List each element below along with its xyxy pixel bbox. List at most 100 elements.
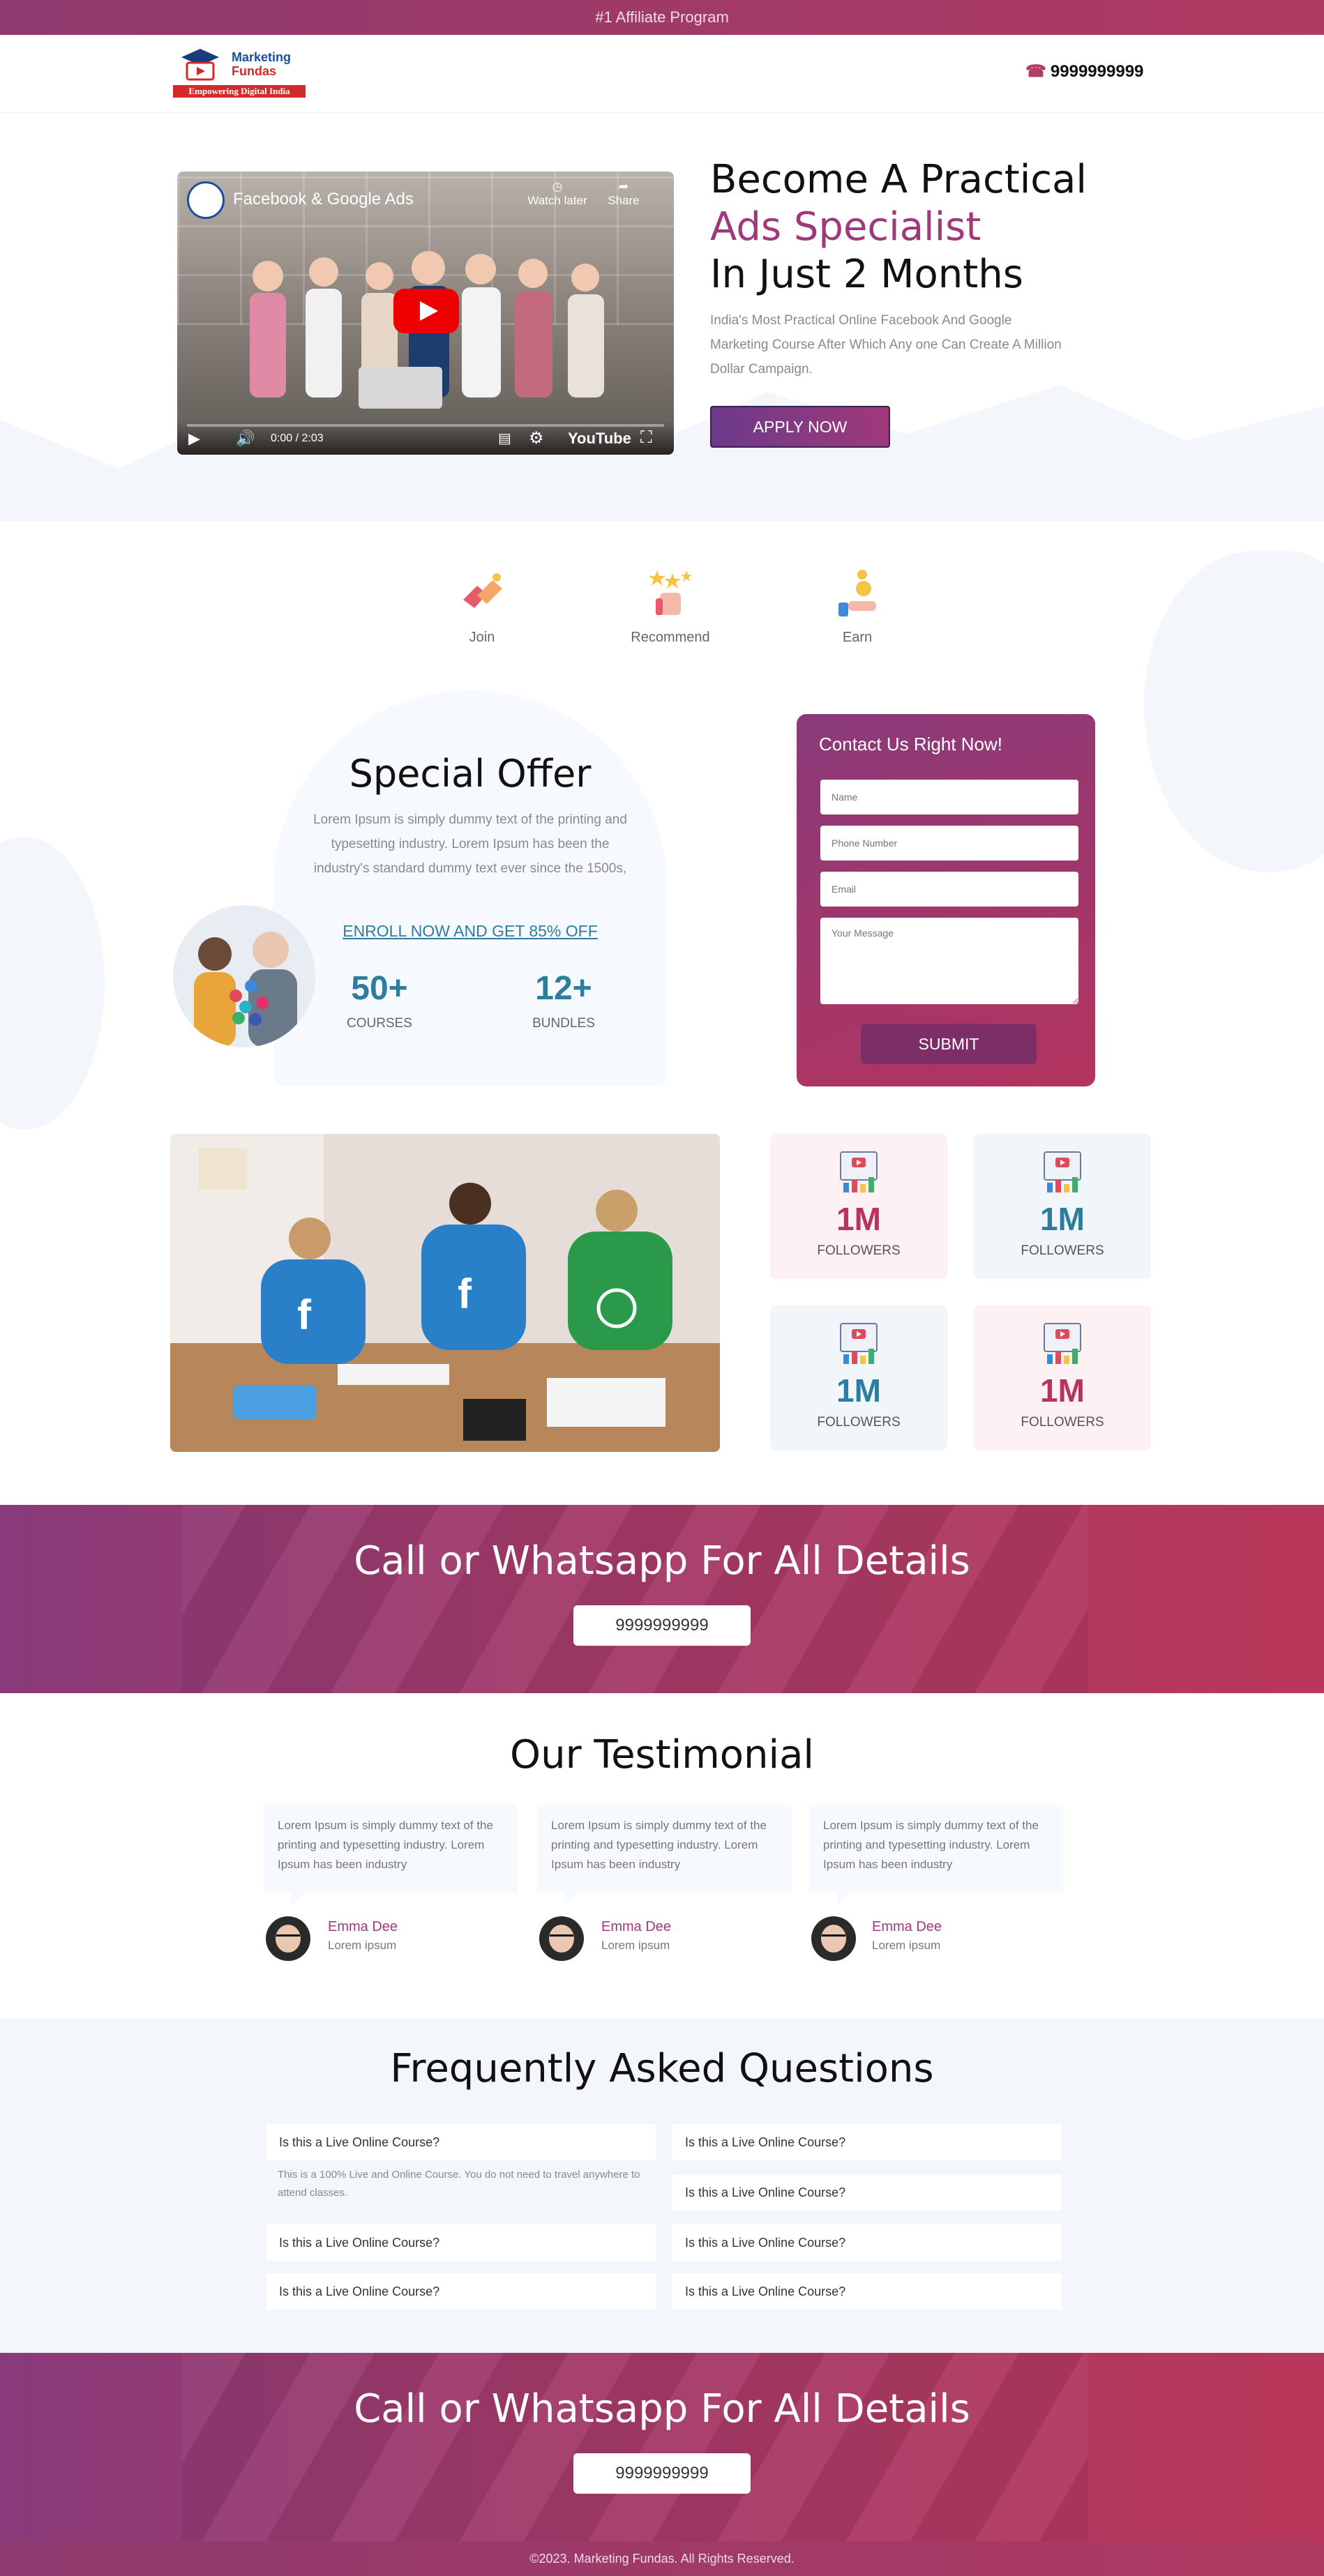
- cta-heading: Call or Whatsapp For All Details: [354, 1538, 970, 1584]
- decor-blob-left: [0, 837, 105, 1130]
- cta-heading: Call or Whatsapp For All Details: [354, 2386, 970, 2432]
- stat-number: 12+: [535, 970, 592, 1007]
- play-button[interactable]: [393, 289, 459, 333]
- testimonial-name: Emma Dee: [601, 1919, 672, 1934]
- faq-heading: Frequently Asked Questions: [390, 2046, 934, 2091]
- faq-question[interactable]: Is this a Live Online Course?: [266, 2273, 656, 2310]
- people-with-social-icons-image: [173, 905, 315, 1047]
- testimonial-heading: Our Testimonial: [510, 1732, 814, 1778]
- stat-number: 50+: [351, 970, 408, 1007]
- followers-card: 1M FOLLOWERS: [974, 1134, 1151, 1279]
- site-header: Marketing Fundas Empowering Digital Indi…: [0, 35, 1324, 113]
- avatar: [266, 1916, 310, 1961]
- contact-form: Contact Us Right Now! SUBMIT: [797, 714, 1095, 1086]
- logo-text-line1: Marketing: [232, 50, 292, 64]
- faq-question[interactable]: Is this a Live Online Course?: [672, 2174, 1062, 2211]
- stat-label: BUNDLES: [532, 1016, 595, 1031]
- video-progress-bar[interactable]: [187, 424, 664, 427]
- team-at-table-illustration: f f: [170, 1134, 720, 1452]
- followers-label: FOLLOWERS: [1021, 1415, 1104, 1430]
- step-label: Join: [469, 630, 495, 645]
- followers-label: FOLLOWERS: [1021, 1243, 1104, 1258]
- youtube-logo[interactable]: YouTube: [568, 430, 631, 448]
- followers-label: FOLLOWERS: [817, 1243, 901, 1258]
- step-label: Earn: [842, 630, 873, 645]
- stars-hand-icon: [649, 570, 692, 615]
- share-label: Share: [608, 194, 640, 207]
- logo-tagline: Empowering Digital India: [173, 85, 306, 98]
- email-field[interactable]: [820, 872, 1078, 907]
- video-player[interactable]: Facebook & Google Ads ◷ Watch later ➦ Shar…: [177, 172, 674, 455]
- hero-heading: Become A Practical Ads Specialist In Jus…: [710, 156, 1087, 298]
- apply-now-button[interactable]: APPLY NOW: [710, 406, 890, 448]
- logo[interactable]: Marketing Fundas Empowering Digital Indi…: [172, 45, 308, 99]
- settings-gear-icon[interactable]: ⚙: [529, 428, 544, 448]
- video-title[interactable]: Facebook & Google Ads: [233, 190, 414, 209]
- message-field[interactable]: [820, 918, 1078, 1004]
- steps-section: Join Recommend Earn: [0, 522, 1324, 686]
- faq-question[interactable]: Is this a Live Online Course?: [266, 2225, 656, 2261]
- call-to-action-banner-bottom: Call or Whatsapp For All Details 9999999…: [0, 2353, 1324, 2541]
- followers-label: FOLLOWERS: [817, 1415, 901, 1430]
- cta-phone-button[interactable]: 9999999999: [573, 2453, 751, 2494]
- avatar: [539, 1916, 584, 1961]
- faq-answer: This is a 100% Live and Online Course. Y…: [278, 2169, 640, 2199]
- step-join: Join: [430, 568, 534, 646]
- header-phone-link[interactable]: ☎ 9999999999: [1025, 61, 1143, 82]
- video-analytics-icon: [1044, 1151, 1081, 1192]
- topbar-announcement: #1 Affiliate Program: [0, 0, 1324, 35]
- cta-background-image: [181, 1505, 1088, 1693]
- play-icon[interactable]: ▶: [188, 430, 200, 448]
- faq-question[interactable]: Is this a Live Online Course?: [672, 2273, 1062, 2310]
- offer-people-image: [173, 905, 315, 1047]
- special-offer-text: Lorem Ipsum is simply dummy text of the …: [313, 812, 627, 876]
- special-offer-title: Special Offer: [349, 752, 592, 796]
- logo-text-line2: Fundas: [232, 64, 277, 78]
- share-button[interactable]: ➦ Share: [603, 180, 645, 208]
- hero-subtitle: India's Most Practical Online Facebook A…: [710, 313, 1062, 377]
- video-analytics-icon: [840, 1151, 878, 1192]
- watch-later-label: Watch later: [527, 194, 587, 207]
- followers-count: 1M: [836, 1372, 881, 1409]
- testimonial-role: Lorem ipsum: [601, 1939, 670, 1952]
- followers-count: 1M: [836, 1201, 881, 1237]
- channel-logo-icon[interactable]: [187, 181, 225, 219]
- followers-count: 1M: [1040, 1201, 1085, 1237]
- testimonial-name: Emma Dee: [328, 1919, 398, 1934]
- faq-question[interactable]: Is this a Live Online Course?: [672, 2124, 1062, 2160]
- coin-hand-icon: [838, 570, 876, 616]
- testimonial-quote: Lorem Ipsum is simply dummy text of the …: [264, 1805, 518, 1905]
- hero-heading-line1: Become A Practical: [710, 157, 1087, 202]
- testimonial-role: Lorem ipsum: [328, 1939, 397, 1952]
- volume-icon[interactable]: 🔊: [236, 430, 255, 448]
- followers-card: 1M FOLLOWERS: [770, 1134, 947, 1279]
- phone-field[interactable]: [820, 826, 1078, 861]
- stat-courses: 50+ COURSES: [324, 969, 435, 1031]
- watch-later-button[interactable]: ◷ Watch later: [526, 180, 589, 208]
- hero-heading-line3: In Just 2 Months: [710, 252, 1023, 297]
- cta-background-image: [181, 2353, 1088, 2541]
- cta-phone-button[interactable]: 9999999999: [573, 1605, 751, 1646]
- footer-copyright: ©2023. Marketing Fundas. All Rights Rese…: [0, 2541, 1324, 2576]
- phone-icon: ☎: [1025, 62, 1046, 81]
- svg-text:f: f: [297, 1291, 312, 1338]
- faq-question[interactable]: Is this a Live Online Course?: [266, 2124, 656, 2160]
- name-field[interactable]: [820, 780, 1078, 815]
- testimonial-quote: Lorem Ipsum is simply dummy text of the …: [809, 1805, 1063, 1905]
- followers-count: 1M: [1040, 1372, 1085, 1409]
- hero-heading-line2: Ads Specialist: [710, 204, 981, 250]
- submit-button[interactable]: SUBMIT: [861, 1024, 1037, 1064]
- fullscreen-icon[interactable]: ⛶: [640, 428, 652, 448]
- graduation-cap-icon: [181, 49, 219, 81]
- handshake-icon: [463, 573, 502, 608]
- captions-icon[interactable]: ▤: [498, 430, 511, 447]
- step-earn: Earn: [805, 568, 910, 646]
- testimonial-name: Emma Dee: [872, 1919, 942, 1934]
- faq-question[interactable]: Is this a Live Online Course?: [672, 2225, 1062, 2261]
- header-phone-number: 9999999999: [1050, 62, 1144, 81]
- followers-card: 1M FOLLOWERS: [770, 1305, 947, 1450]
- testimonial-quote: Lorem Ipsum is simply dummy text of the …: [537, 1805, 791, 1905]
- step-recommend: Recommend: [618, 568, 723, 646]
- enroll-now-link[interactable]: ENROLL NOW AND GET 85% OFF: [273, 922, 667, 941]
- hero-section: Facebook & Google Ads ◷ Watch later ➦ Shar…: [0, 113, 1324, 522]
